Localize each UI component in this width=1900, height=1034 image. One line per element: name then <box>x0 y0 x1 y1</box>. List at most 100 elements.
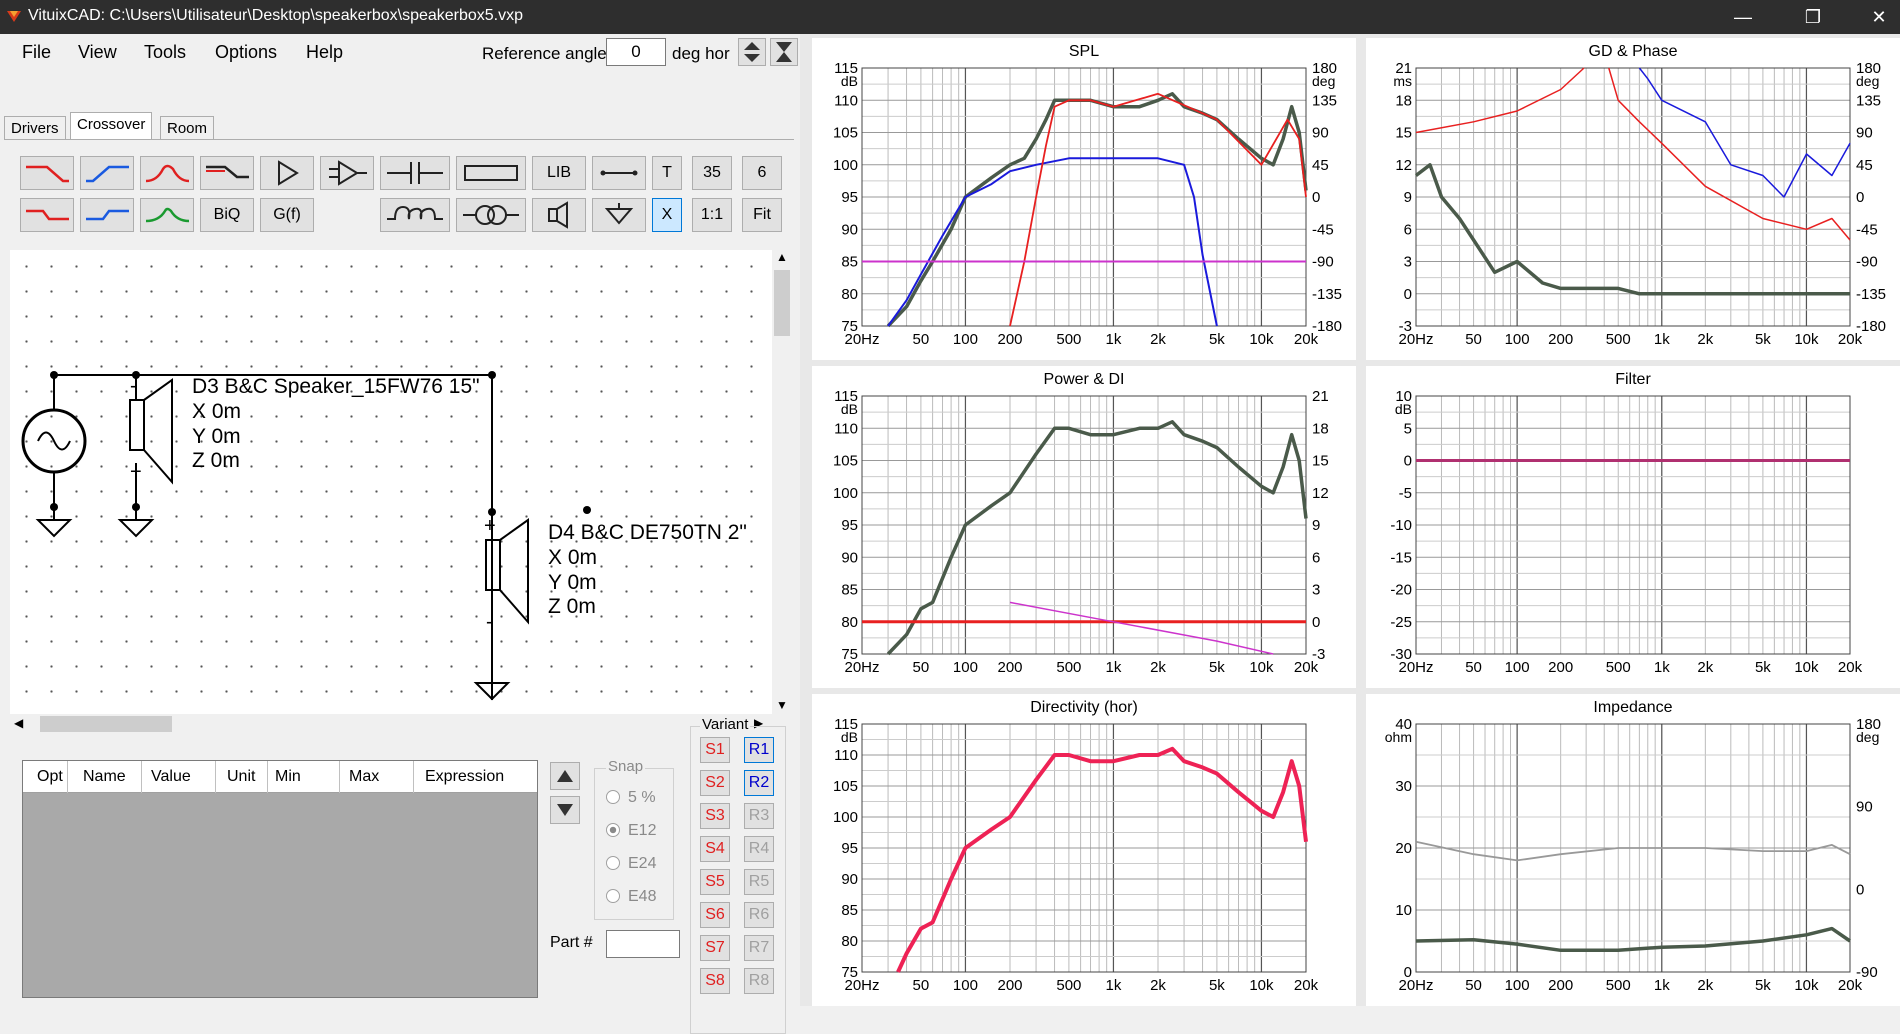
scroll-up-icon[interactable]: ▲ <box>776 250 788 264</box>
vertical-scrollbar[interactable]: ▲ ▼ <box>772 250 792 714</box>
variant-r5-button[interactable]: R5 <box>744 869 774 895</box>
capacitor-button[interactable] <box>380 156 450 190</box>
chart-panel-directivity-hor-[interactable]: Directivity (hor) 115 110 105 100 95 90 85 80 75 d… <box>812 694 1356 1006</box>
move-up-button[interactable] <box>550 762 580 790</box>
app-icon <box>7 11 21 22</box>
snap-e12-radio[interactable]: E12 <box>606 822 656 840</box>
col-min[interactable]: Min <box>275 768 301 786</box>
shelf-button[interactable] <box>200 156 254 190</box>
fit-button[interactable]: Fit <box>742 198 782 232</box>
chart-panel-filter[interactable]: Filter 10 5 0 -5 -10 -15 -20 -25 -30 dB 20Hz 50 100 20… <box>1366 366 1900 688</box>
variant-r2-button[interactable]: R2 <box>744 770 774 796</box>
up-down-arrow-icon <box>744 42 760 62</box>
chart-panel-gd-phase[interactable]: GD & Phase 21 18 15 12 9 6 3 0 -3 ms 180 135 90 45 0 -45… <box>1366 38 1900 360</box>
col-opt[interactable]: Opt <box>37 768 63 786</box>
menu-file[interactable]: File <box>22 42 51 63</box>
driver-button[interactable] <box>532 198 586 232</box>
x-tick-label: 5k <box>1755 659 1771 676</box>
x-tick-label: 20k <box>1294 977 1319 994</box>
col-unit[interactable]: Unit <box>227 768 255 786</box>
chart-panel-impedance[interactable]: Impedance 40 30 20 10 0 ohm 180 90 0 -90 deg 20Hz 50 1… <box>1366 694 1900 1006</box>
x-tick-label: 200 <box>997 977 1022 994</box>
snap-e24-radio[interactable]: E24 <box>606 855 656 873</box>
tab-crossover[interactable]: Crossover <box>70 112 153 140</box>
parameter-table[interactable]: Opt Name Value Unit Min Max Expression <box>22 760 538 998</box>
part-number-input[interactable] <box>606 930 680 958</box>
menu-options[interactable]: Options <box>215 42 277 63</box>
biquad-button[interactable]: BiQ <box>200 198 254 232</box>
y-tick-label: -20 <box>1390 582 1412 599</box>
resistor-button[interactable] <box>456 156 526 190</box>
variant-s5-button[interactable]: S5 <box>700 869 730 895</box>
menu-tools[interactable]: Tools <box>144 42 186 63</box>
snap-5pct-radio[interactable]: 5 % <box>606 789 656 807</box>
d3-y: Y 0m <box>192 425 241 448</box>
angle-up-down-button[interactable] <box>738 38 766 66</box>
highpass-blue-2-button[interactable] <box>80 198 134 232</box>
x-tick-label: 20Hz <box>1398 331 1433 348</box>
close-button[interactable]: ✕ <box>1856 0 1900 34</box>
col-expression[interactable]: Expression <box>425 768 504 786</box>
variant-s4-button[interactable]: S4 <box>700 836 730 862</box>
angle-step-button[interactable] <box>770 38 798 66</box>
y-tick-label: 110 <box>834 420 858 437</box>
variant-r3-button[interactable]: R3 <box>744 803 774 829</box>
col-max[interactable]: Max <box>349 768 379 786</box>
variant-r1-button[interactable]: R1 <box>744 737 774 763</box>
ratio-1-1-button[interactable]: 1:1 <box>692 198 732 232</box>
scroll-left-icon[interactable]: ◀ <box>14 716 23 730</box>
bandpass-red-button[interactable] <box>140 156 194 190</box>
chart-panel-power-di[interactable]: Power & DI 115 110 105 100 95 90 85 80 75 dB 21 18 15… <box>812 366 1356 688</box>
scroll-down-icon[interactable]: ▼ <box>776 698 788 712</box>
horizontal-scroll-thumb[interactable] <box>40 716 172 732</box>
tab-room[interactable]: Room <box>160 116 215 140</box>
variant-r8-button[interactable]: R8 <box>744 968 774 994</box>
x-button[interactable]: X <box>652 198 682 232</box>
lowpass-icon <box>26 209 69 221</box>
library-button[interactable]: LIB <box>532 156 586 190</box>
x-tick-label: 10k <box>1794 659 1819 676</box>
col-value[interactable]: Value <box>151 768 191 786</box>
restore-button[interactable]: ❐ <box>1790 0 1836 34</box>
gain-function-button[interactable]: G(f) <box>260 198 314 232</box>
lowpass-red-2-button[interactable] <box>20 198 74 232</box>
col-name[interactable]: Name <box>83 768 126 786</box>
minimize-button[interactable]: — <box>1720 0 1766 34</box>
menu-view[interactable]: View <box>78 42 117 63</box>
reference-angle-input[interactable]: 0 <box>606 38 666 66</box>
variant-r7-button[interactable]: R7 <box>744 935 774 961</box>
wire-button[interactable] <box>592 156 646 190</box>
schematic-canvas[interactable]: - + + - D3 B&C Speaker_15FW76 15" X 0m Y… <box>10 250 772 714</box>
highpass-blue-button[interactable] <box>80 156 134 190</box>
peak-green-button[interactable] <box>140 198 194 232</box>
tab-drivers[interactable]: Drivers <box>4 116 66 140</box>
variant-s6-button[interactable]: S6 <box>700 902 730 928</box>
lowpass-red-button[interactable] <box>20 156 74 190</box>
buffer-button[interactable] <box>260 156 314 190</box>
variant-s8-button[interactable]: S8 <box>700 968 730 994</box>
y2-tick-label: 45 <box>1856 157 1873 174</box>
variant-r4-button[interactable]: R4 <box>744 836 774 862</box>
variant-s7-button[interactable]: S7 <box>700 935 730 961</box>
y-tick-label: 3 <box>1404 254 1412 271</box>
variant-s1-button[interactable]: S1 <box>700 737 730 763</box>
y-tick-label: 110 <box>834 92 858 109</box>
opamp-button[interactable] <box>320 156 374 190</box>
order-35-button[interactable]: 35 <box>692 156 732 190</box>
inductor-button[interactable] <box>380 198 450 232</box>
variant-s3-button[interactable]: S3 <box>700 803 730 829</box>
text-button[interactable]: T <box>652 156 682 190</box>
d3-z: Z 0m <box>192 449 240 472</box>
ground-button[interactable] <box>592 198 646 232</box>
chart-panel-spl[interactable]: SPL 115 110 105 100 95 90 85 80 75 dB 180 135 90 45 0 -4… <box>812 38 1356 360</box>
order-6-button[interactable]: 6 <box>742 156 782 190</box>
transformer-button[interactable] <box>456 198 526 232</box>
snap-e48-radio[interactable]: E48 <box>606 888 656 906</box>
x-tick-label: 200 <box>1548 977 1573 994</box>
variant-s2-button[interactable]: S2 <box>700 770 730 796</box>
variant-r6-button[interactable]: R6 <box>744 902 774 928</box>
horizontal-scrollbar[interactable]: ◀ ▶ <box>10 714 772 734</box>
vertical-scroll-thumb[interactable] <box>774 270 790 336</box>
menu-help[interactable]: Help <box>306 42 343 63</box>
move-down-button[interactable] <box>550 796 580 824</box>
